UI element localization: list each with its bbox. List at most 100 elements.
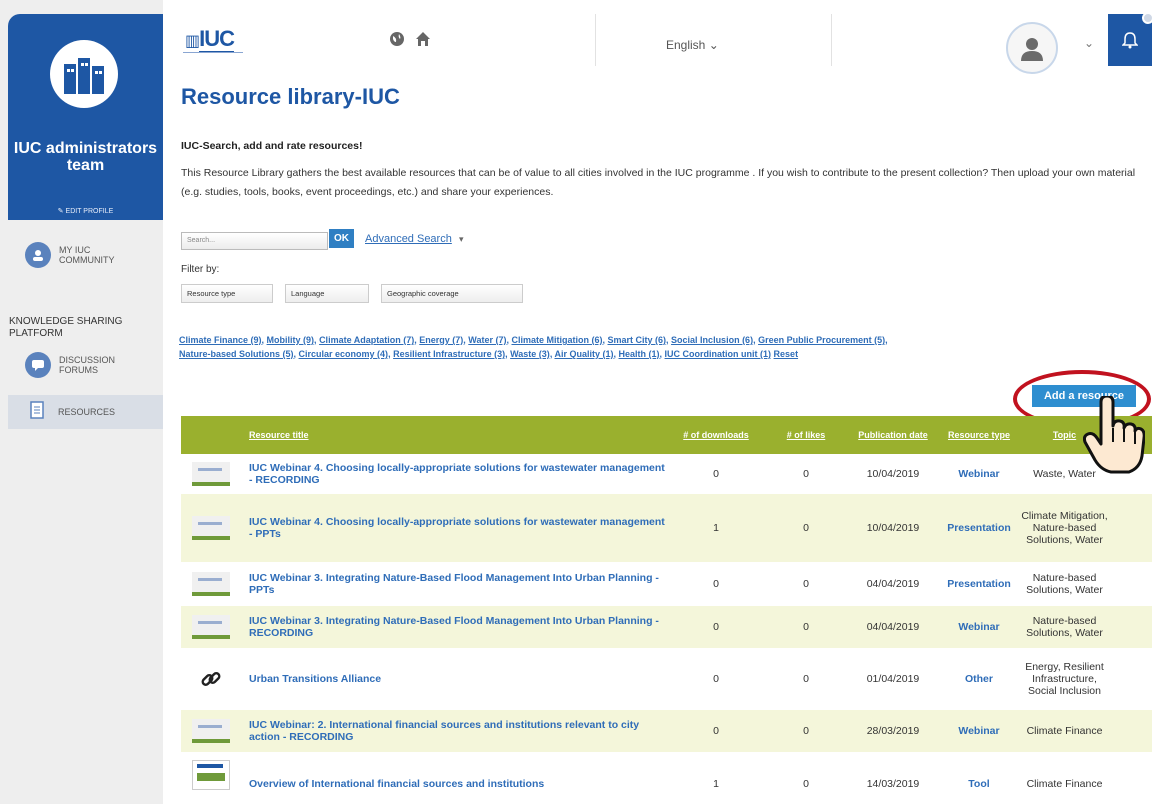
publication-date: 01/04/2019 — [866, 673, 920, 685]
likes-count: 0 — [803, 468, 809, 480]
tag-link[interactable]: Air Quality (1) — [554, 349, 613, 359]
logo-text: IUC — [199, 26, 235, 53]
table-row[interactable]: IUC Webinar 3. Integrating Nature-Based … — [181, 606, 1152, 648]
resource-type-link[interactable]: Webinar — [941, 725, 1017, 737]
likes-count: 0 — [803, 673, 809, 685]
table-row[interactable]: IUC Webinar 3. Integrating Nature-Based … — [181, 562, 1152, 606]
main-content: Resource library-IUC IUC-Search, add and… — [163, 78, 1152, 804]
chevron-down-icon[interactable]: ▾ — [459, 234, 464, 245]
resource-title-link[interactable]: IUC Webinar 4. Choosing locally-appropri… — [241, 516, 665, 540]
sidebar-item-label: MY IUC COMMUNITY — [59, 245, 115, 265]
home-icon[interactable] — [415, 31, 431, 51]
top-icons — [389, 31, 431, 51]
pointer-hand-icon — [1083, 396, 1145, 474]
resource-title-link[interactable]: Urban Transitions Alliance — [241, 673, 665, 685]
filter-label: Filter by: — [181, 264, 220, 275]
sidebar-item-forums[interactable]: DISCUSSION FORUMS — [0, 350, 163, 380]
publication-date: 10/04/2019 — [866, 522, 920, 534]
language-label: English — [666, 38, 706, 52]
chevron-down-icon[interactable]: ⌄ — [1084, 36, 1094, 50]
downloads-count: 1 — [713, 778, 719, 790]
reset-link[interactable]: Reset — [774, 349, 799, 359]
table-row[interactable]: IUC Webinar 4. Choosing locally-appropri… — [181, 454, 1152, 494]
logo-mark-icon: ▥ — [185, 33, 200, 50]
bell-icon — [1122, 32, 1138, 49]
resource-title-link[interactable]: Overview of International financial sour… — [241, 760, 665, 790]
resource-title-link[interactable]: IUC Webinar 3. Integrating Nature-Based … — [241, 615, 665, 639]
resource-type-link[interactable]: Webinar — [941, 621, 1017, 633]
team-avatar[interactable] — [50, 40, 118, 108]
profile-card: IUC administrators team ✎ EDIT PROFILE — [8, 14, 163, 220]
likes-count: 0 — [803, 522, 809, 534]
tag-link[interactable]: Water (7) — [468, 335, 506, 345]
tag-link[interactable]: Climate Adaptation (7) — [319, 335, 414, 345]
tag-link[interactable]: Waste (3) — [510, 349, 550, 359]
resource-type-link[interactable]: Presentation — [941, 522, 1017, 534]
edit-icon: ✎ — [57, 208, 66, 215]
tag-link[interactable]: Smart City (6) — [608, 335, 667, 345]
tag-link[interactable]: Resilient Infrastructure (3) — [393, 349, 505, 359]
topic-text: Nature-based Solutions, Water — [1026, 615, 1103, 639]
thumbnail — [181, 615, 241, 639]
resource-type-link[interactable]: Other — [941, 673, 1017, 685]
tag-link[interactable]: Social Inclusion (6) — [671, 335, 753, 345]
divider — [831, 14, 832, 66]
sidebar-item-community[interactable]: MY IUC COMMUNITY — [0, 240, 163, 270]
publication-date: 28/03/2019 — [866, 725, 920, 737]
tag-link[interactable]: Health (1) — [619, 349, 660, 359]
resource-title-link[interactable]: IUC Webinar 3. Integrating Nature-Based … — [241, 572, 665, 596]
resource-type-link[interactable]: Webinar — [941, 468, 1017, 480]
topic-text: Climate Finance — [1026, 725, 1103, 737]
resource-title-link[interactable]: IUC Webinar 4. Choosing locally-appropri… — [241, 462, 665, 486]
iuc-logo[interactable]: ▥IUC — [185, 26, 235, 53]
sidebar-item-label: RESOURCES — [58, 407, 116, 417]
likes-count: 0 — [803, 621, 809, 633]
filter-geographic-coverage[interactable]: Geographic coverage — [381, 284, 523, 303]
col-downloads-header[interactable]: # of downloads — [665, 430, 767, 440]
slide-thumbnail — [192, 615, 230, 639]
document-icon — [30, 400, 44, 424]
user-avatar[interactable] — [1006, 22, 1058, 74]
tag-link[interactable]: Climate Mitigation (6) — [511, 335, 602, 345]
filter-language[interactable]: Language — [285, 284, 369, 303]
topic-text: Climate Mitigation, Nature-based Solutio… — [1021, 510, 1108, 546]
language-selector[interactable]: English ⌄ — [666, 38, 719, 52]
advanced-search-link[interactable]: Advanced Search — [365, 233, 452, 245]
col-date-header[interactable]: Publication date — [845, 430, 941, 440]
sidebar-item-label: DISCUSSION FORUMS — [59, 355, 116, 375]
tag-link[interactable]: IUC Coordination unit (1) — [665, 349, 771, 359]
col-type-header[interactable]: Resource type — [941, 430, 1017, 441]
search-input[interactable]: Search... — [181, 232, 328, 250]
tag-link[interactable]: Climate Finance (9) — [179, 335, 262, 345]
col-title-header[interactable]: Resource title — [241, 430, 665, 440]
community-icon — [25, 242, 51, 268]
tag-link[interactable]: Green Public Procurement (5) — [758, 335, 885, 345]
search-ok-button[interactable]: OK — [329, 229, 354, 248]
resource-title-link[interactable]: IUC Webinar: 2. International financial … — [241, 719, 665, 743]
resource-type-link[interactable]: Presentation — [941, 578, 1017, 590]
filter-resource-type[interactable]: Resource type — [181, 284, 273, 303]
table-row[interactable]: Urban Transitions Alliance 0 0 01/04/201… — [181, 648, 1152, 710]
tag-link[interactable]: Energy (7) — [419, 335, 463, 345]
col-likes-header[interactable]: # of likes — [767, 430, 845, 440]
downloads-count: 0 — [713, 621, 719, 633]
publication-date: 10/04/2019 — [866, 468, 920, 480]
table-row[interactable]: IUC Webinar: 2. International financial … — [181, 710, 1152, 752]
table-row[interactable]: IUC Webinar 4. Choosing locally-appropri… — [181, 494, 1152, 562]
likes-count: 0 — [803, 725, 809, 737]
likes-count: 0 — [803, 778, 809, 790]
resources-table: Resource title # of downloads # of likes… — [181, 416, 1152, 804]
topic-text: Nature-based Solutions, Water — [1026, 572, 1103, 596]
tag-link[interactable]: Nature-based Solutions (5) — [179, 349, 294, 359]
edit-profile-link[interactable]: ✎ EDIT PROFILE — [8, 207, 163, 215]
downloads-count: 0 — [713, 468, 719, 480]
resource-type-link[interactable]: Tool — [941, 760, 1017, 790]
chevron-down-icon: ⌄ — [708, 38, 719, 52]
table-row[interactable]: Overview of International financial sour… — [181, 752, 1152, 804]
tag-link[interactable]: Mobility (9) — [267, 335, 315, 345]
globe-icon[interactable] — [389, 31, 405, 51]
app-root: IUC administrators team ✎ EDIT PROFILE M… — [0, 0, 1152, 804]
sidebar-item-resources[interactable]: RESOURCES — [8, 395, 163, 429]
page-title: Resource library-IUC — [181, 84, 400, 109]
tag-link[interactable]: Circular economy (4) — [299, 349, 389, 359]
